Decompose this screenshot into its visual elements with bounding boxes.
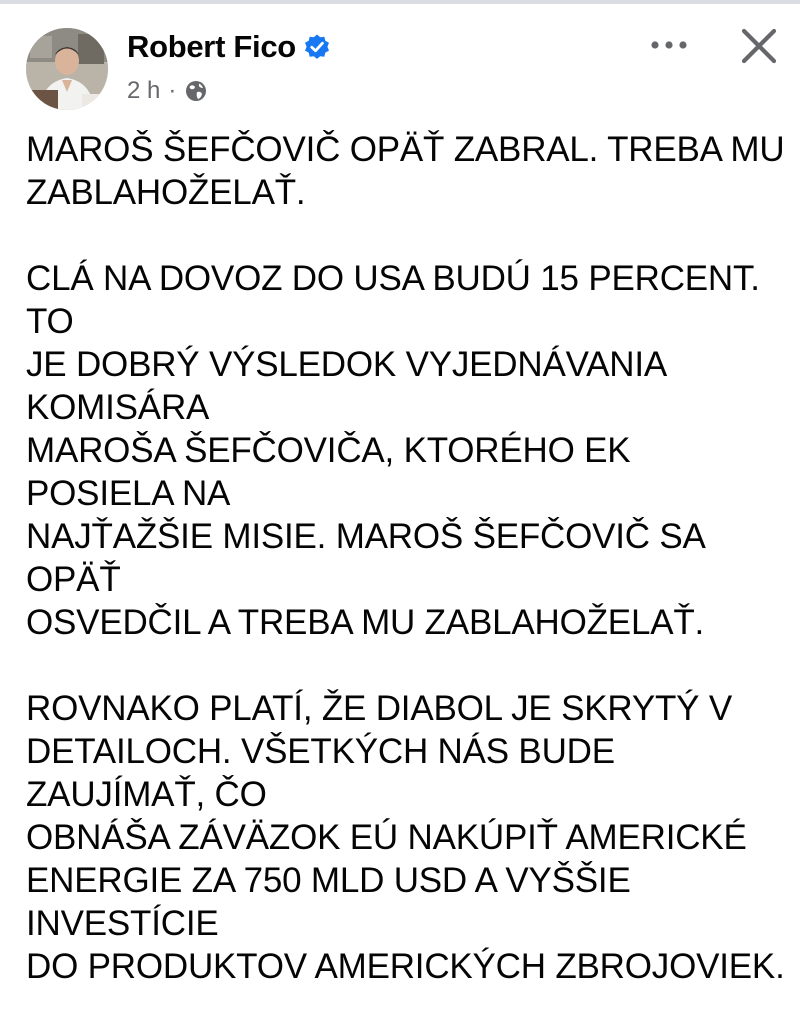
post-body: MAROŠ ŠEFČOVIČ OPÄŤ ZABRAL. TREBA MU ZAB… [26, 128, 786, 1031]
post-header: Robert Fico 2 h · [0, 0, 800, 120]
post-timestamp[interactable]: 2 h [127, 77, 160, 105]
close-button[interactable] [735, 22, 783, 70]
avatar-photo [26, 28, 108, 110]
globe-icon[interactable] [184, 79, 208, 103]
more-horizontal-icon [651, 41, 659, 49]
post-meta: 2 h · [127, 76, 208, 106]
close-icon [741, 28, 777, 64]
verified-badge-icon [305, 34, 329, 59]
author-name[interactable]: Robert Fico [127, 28, 296, 66]
post-paragraph: ROVNAKO PLATÍ, ŽE DIABOL JE SKRYTÝ V DET… [26, 689, 785, 986]
post-paragraph: MAROŠ ŠEFČOVIČ OPÄŤ ZABRAL. TREBA MU ZAB… [26, 130, 785, 212]
meta-separator: · [168, 77, 177, 104]
more-options-button[interactable] [645, 30, 693, 60]
author-avatar[interactable] [26, 28, 108, 110]
post-paragraph: CLÁ NA DOVOZ DO USA BUDÚ 15 PERCENT. TO … [26, 259, 760, 642]
